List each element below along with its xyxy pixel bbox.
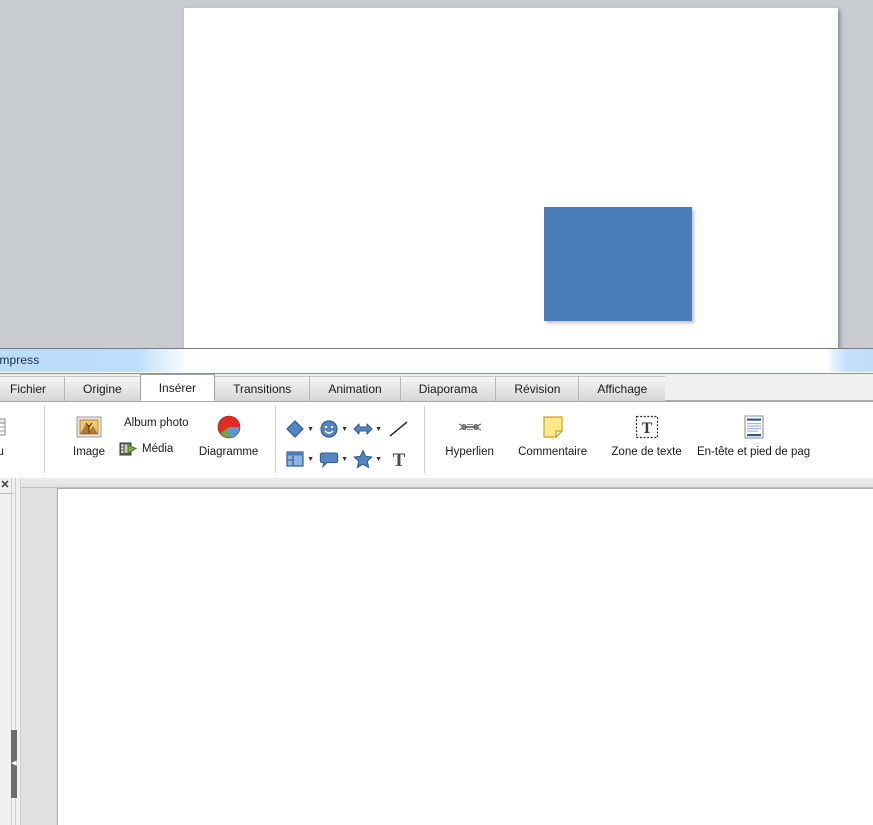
flowchart-cell: ▼ [284, 445, 316, 473]
insert-header-footer-button[interactable]: En-tête et pied de pag [695, 408, 813, 458]
window-titlebar[interactable]: Impress [0, 349, 873, 374]
insert-header-footer-label: En-tête et pied de pag [696, 446, 811, 458]
tab-transitions-label: Transitions [233, 382, 292, 396]
fontwork-cell: T [386, 445, 412, 473]
table-icon [0, 412, 6, 442]
header-footer-icon [741, 412, 767, 442]
line-icon[interactable] [386, 418, 412, 440]
window-title: Impress [0, 353, 40, 367]
ribbon-toolbar: leau Image Album [0, 402, 873, 480]
block-arrows-cell: ▼ [352, 415, 384, 443]
shapes-palette: ▼ ▼ ▼ ▼ ▼ ▼ T [276, 408, 416, 474]
flowchart-chevron-down-icon[interactable]: ▼ [306, 448, 316, 470]
impress-application-window: Impress Fichier Origine Insérer Transiti… [0, 348, 873, 825]
tab-animation[interactable]: Animation [309, 376, 401, 401]
insert-textbox-label: Zone de texte [611, 446, 682, 458]
slide-panel-strip: ✕ ◀ [0, 478, 21, 825]
insert-table-label: leau [0, 446, 4, 458]
tab-inserer-label: Insérer [158, 381, 197, 395]
callouts-cell: ▼ [318, 445, 350, 473]
titlebar-highlight-right [827, 349, 873, 372]
ribbon-group-insert-objects: Hyperlien Commentaire T Zone de texte En… [425, 402, 813, 479]
tab-fichier-label: Fichier [10, 382, 47, 396]
presentation-preview-window [0, 0, 873, 348]
tabstrip-filler [665, 375, 873, 401]
fontwork-t-icon[interactable]: T [386, 448, 412, 470]
ribbon-tabstrip: Fichier Origine Insérer Transitions Anim… [0, 374, 873, 402]
tab-revision[interactable]: Révision [495, 376, 580, 401]
preview-blue-rectangle-shape[interactable] [544, 207, 692, 321]
tab-revision-label: Révision [514, 382, 561, 396]
insert-image-button[interactable]: Image [59, 408, 119, 458]
block-arrows-chevron-down-icon[interactable]: ▼ [374, 418, 384, 440]
tab-affichage-label: Affichage [597, 382, 648, 396]
tab-affichage[interactable]: Affichage [578, 376, 667, 401]
pie-chart-icon [214, 412, 244, 442]
tab-fichier[interactable]: Fichier [0, 376, 66, 401]
insert-textbox-button[interactable]: T Zone de texte [599, 408, 695, 458]
stars-chevron-down-icon[interactable]: ▼ [374, 448, 384, 470]
sticky-note-icon [540, 412, 566, 442]
tab-diaporama[interactable]: Diaporama [399, 376, 497, 401]
insert-photo-album-label: Album photo [124, 417, 189, 429]
svg-text:T: T [392, 450, 405, 470]
chevron-left-icon[interactable]: ◀ [11, 759, 17, 769]
star-icon[interactable] [352, 448, 374, 470]
slide-page[interactable] [57, 488, 873, 825]
canvas-top-rule [21, 478, 873, 488]
stars-cell: ▼ [352, 445, 384, 473]
tab-origine-label: Origine [83, 382, 122, 396]
tab-inserer[interactable]: Insérer [139, 374, 216, 401]
tab-diaporama-label: Diaporama [418, 382, 478, 396]
insert-comment-button[interactable]: Commentaire [507, 408, 599, 458]
insert-chart-button[interactable]: Diagramme [189, 408, 269, 458]
basic-shapes-chevron-down-icon[interactable]: ▼ [306, 418, 316, 440]
tab-origine[interactable]: Origine [64, 376, 141, 401]
insert-media-label: Média [142, 443, 174, 455]
svg-text:T: T [641, 420, 652, 437]
basic-shapes-diamond-icon[interactable] [284, 418, 306, 440]
chain-link-icon [455, 412, 485, 442]
ribbon-group-media: Image Album photo Média Diagramme [45, 402, 269, 479]
insert-photo-album-button[interactable]: Album photo [119, 410, 189, 436]
symbol-shapes-cell: ▼ [318, 415, 350, 443]
flowchart-icon[interactable] [284, 448, 306, 470]
callouts-chevron-down-icon[interactable]: ▼ [340, 448, 350, 470]
insert-media-button[interactable]: Média [119, 436, 189, 462]
image-icon [76, 412, 102, 442]
media-stack: Album photo Média [119, 408, 189, 462]
insert-hyperlink-label: Hyperlien [445, 446, 494, 458]
ribbon-group-shapes: ▼ ▼ ▼ ▼ ▼ ▼ T [276, 402, 416, 479]
block-arrows-icon[interactable] [352, 418, 374, 440]
symbol-shapes-smiley-icon[interactable] [318, 418, 340, 440]
preview-slide-canvas [184, 8, 838, 348]
insert-chart-label: Diagramme [198, 446, 259, 458]
insert-image-label: Image [73, 446, 105, 458]
callout-icon[interactable] [318, 448, 340, 470]
text-box-icon: T [633, 412, 661, 442]
media-film-icon [119, 440, 137, 458]
ribbon-group-table: leau [0, 402, 34, 479]
line-cell [386, 415, 412, 443]
tab-transitions[interactable]: Transitions [214, 376, 311, 401]
slide-edit-canvas[interactable] [21, 478, 873, 825]
symbol-shapes-chevron-down-icon[interactable]: ▼ [340, 418, 350, 440]
insert-comment-label: Commentaire [518, 446, 588, 458]
basic-shapes-cell: ▼ [284, 415, 316, 443]
tab-animation-label: Animation [328, 382, 382, 396]
insert-hyperlink-button[interactable]: Hyperlien [433, 408, 507, 458]
insert-table-button[interactable]: leau [0, 408, 10, 458]
editor-workarea: ✕ ◀ [0, 478, 873, 825]
